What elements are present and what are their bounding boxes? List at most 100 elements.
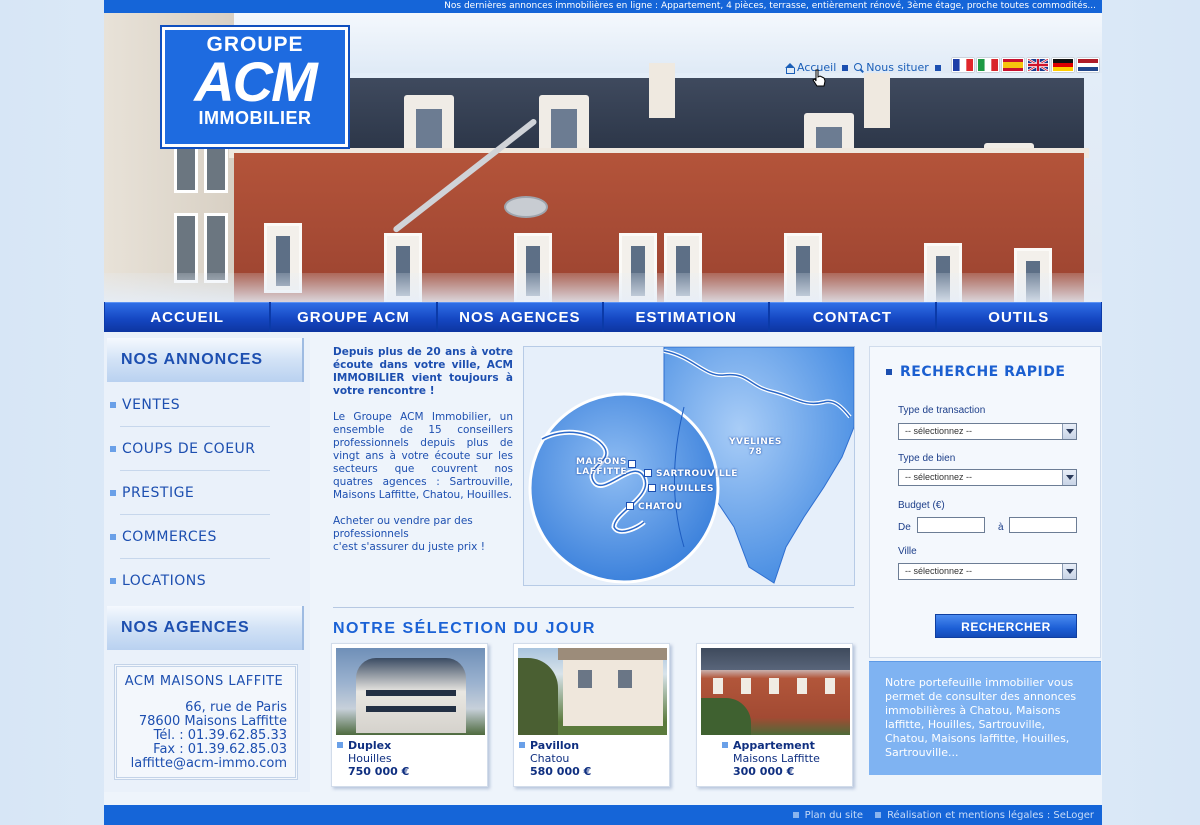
- flag-nl-icon[interactable]: [1077, 58, 1099, 72]
- bullet-icon: [519, 742, 525, 748]
- menu-ventes[interactable]: VENTES: [110, 383, 300, 427]
- menu-coups-de-coeur[interactable]: COUPS DE COEUR: [110, 427, 300, 471]
- property-type: Appartement: [733, 739, 815, 752]
- menu-label: VENTES: [122, 397, 181, 413]
- menu-locations[interactable]: LOCATIONS: [110, 559, 300, 603]
- home-link[interactable]: Accueil: [784, 61, 836, 74]
- agency-tel: Tél. : 01.39.62.85.33: [153, 728, 287, 743]
- divider: [333, 607, 854, 608]
- separator-square: [934, 64, 941, 71]
- property-caption: Appartement Maisons Laffitte 300 000 €: [722, 739, 820, 778]
- nav-groupe-acm[interactable]: GROUPE ACM: [271, 302, 436, 332]
- transaction-label: Type de transaction: [898, 405, 986, 416]
- locate-link-label: Nous situer: [866, 61, 929, 74]
- agency-name: ACM MAISONS LAFFITE: [124, 674, 284, 689]
- logo-line3: IMMOBILIER: [198, 108, 312, 128]
- news-ticker[interactable]: Nos dernières annonces immobilières en l…: [104, 0, 1102, 13]
- chimney: [864, 73, 890, 128]
- locate-link[interactable]: Nous situer: [854, 61, 929, 74]
- map-town-chatou[interactable]: CHATOU: [638, 502, 683, 512]
- footer: Plan du site Réalisation et mentions lég…: [104, 805, 1102, 825]
- nav-outils[interactable]: OUTILS: [936, 302, 1101, 332]
- property-price: 300 000 €: [733, 765, 795, 778]
- map-dot: [644, 469, 652, 477]
- property-price: 580 000 €: [530, 765, 592, 778]
- nav-accueil[interactable]: ACCUEIL: [105, 302, 270, 332]
- language-flags: [952, 58, 1099, 72]
- property-photo: [701, 648, 850, 735]
- search-button[interactable]: RECHERCHER: [935, 614, 1077, 638]
- property-card-duplex[interactable]: Duplex Houilles 750 000 €: [331, 643, 488, 787]
- map-dot: [628, 460, 636, 468]
- chevron-down-icon: [1062, 424, 1076, 439]
- footer-sitemap-link[interactable]: Plan du site: [805, 810, 863, 821]
- nav-contact[interactable]: CONTACT: [770, 302, 935, 332]
- bien-select[interactable]: -- sélectionnez --: [898, 469, 1077, 486]
- dormer-window: [404, 95, 454, 155]
- agency-city: 78600 Maisons Laffitte: [138, 714, 287, 729]
- footer-credits-link[interactable]: Réalisation et mentions légales : SeLoge…: [887, 810, 1094, 821]
- budget-max-input[interactable]: [1009, 517, 1077, 533]
- map-town-sartrouville[interactable]: SARTROUVILLE: [656, 469, 738, 479]
- menu-label: COUPS DE COEUR: [122, 441, 256, 457]
- property-town: Houilles: [348, 752, 392, 765]
- quick-search-panel: RECHERCHE RAPIDE Type de transaction -- …: [869, 346, 1101, 658]
- bullet-icon: [110, 490, 116, 496]
- select-value: -- sélectionnez --: [905, 426, 973, 436]
- portfolio-text: Notre portefeuille immobilier vous perme…: [869, 661, 1101, 775]
- flag-es-icon[interactable]: [1002, 58, 1024, 72]
- annonces-heading: NOS ANNONCES: [107, 338, 304, 382]
- menu-commerces[interactable]: COMMERCES: [110, 515, 300, 559]
- logo-line2: ACM: [194, 50, 318, 113]
- menu-label: PRESTIGE: [122, 485, 195, 501]
- property-card-appartement[interactable]: Appartement Maisons Laffitte 300 000 €: [696, 643, 853, 787]
- separator-square: [792, 812, 799, 818]
- intro-body: Le Groupe ACM Immobilier, un ensemble de…: [333, 411, 513, 501]
- bullet-icon: [110, 534, 116, 540]
- budget-min-input[interactable]: [917, 517, 985, 533]
- chevron-down-icon: [1062, 470, 1076, 485]
- map-dot: [648, 484, 656, 492]
- home-icon: [784, 62, 795, 74]
- budget-from-label: De: [898, 522, 911, 533]
- top-links: Accueil Nous situer: [784, 61, 941, 74]
- header-banner: GROUPE ACM IMMOBILIER Accueil Nous situe…: [104, 13, 1102, 302]
- separator-square: [842, 64, 849, 71]
- map-region-label: YVELINES 78: [729, 437, 782, 457]
- search-title-text: RECHERCHE RAPIDE: [900, 364, 1066, 380]
- nav-nos-agences[interactable]: NOS AGENCES: [437, 302, 602, 332]
- nav-estimation[interactable]: ESTIMATION: [603, 302, 769, 332]
- ville-select[interactable]: -- sélectionnez --: [898, 563, 1077, 580]
- ville-label: Ville: [898, 546, 917, 557]
- map-town-houilles[interactable]: HOUILLES: [660, 484, 714, 494]
- transaction-select[interactable]: -- sélectionnez --: [898, 423, 1077, 440]
- select-value: -- sélectionnez --: [905, 566, 973, 576]
- search-title: RECHERCHE RAPIDE: [886, 364, 1065, 380]
- flag-it-icon[interactable]: [977, 58, 999, 72]
- site-logo[interactable]: GROUPE ACM IMMOBILIER: [160, 25, 350, 149]
- intro-lead: Depuis plus de 20 ans à votre écoute dan…: [333, 346, 513, 397]
- map-dot: [626, 502, 634, 510]
- property-price: 750 000 €: [348, 765, 410, 778]
- region-map[interactable]: YVELINES 78 MAISONS LAFFITTE SARTROUVILL…: [523, 346, 855, 586]
- flag-de-icon[interactable]: [1052, 58, 1074, 72]
- map-town-maisons-laffitte[interactable]: MAISONS LAFFITTE: [576, 457, 631, 477]
- selection-title: NOTRE SÉLECTION DU JOUR: [333, 620, 596, 637]
- menu-prestige[interactable]: PRESTIGE: [110, 471, 300, 515]
- hand-cursor-icon: [812, 69, 826, 87]
- chevron-down-icon: [1062, 564, 1076, 579]
- flag-fr-icon[interactable]: [952, 58, 974, 72]
- magnifier-icon: [854, 62, 864, 73]
- property-type: Pavillon: [530, 739, 580, 752]
- page: Nos dernières annonces immobilières en l…: [104, 0, 1102, 825]
- property-type: Duplex: [348, 739, 392, 752]
- bullet-icon: [110, 446, 116, 452]
- property-photo: [518, 648, 667, 735]
- select-value: -- sélectionnez --: [905, 472, 973, 482]
- chimney: [649, 63, 675, 118]
- property-card-pavillon[interactable]: Pavillon Chatou 580 000 €: [513, 643, 670, 787]
- property-caption: Duplex Houilles 750 000 €: [337, 739, 409, 778]
- agency-email[interactable]: laffitte@acm-immo.com: [121, 757, 287, 771]
- budget-to-label: à: [998, 522, 1004, 533]
- flag-gb-icon[interactable]: [1027, 58, 1049, 72]
